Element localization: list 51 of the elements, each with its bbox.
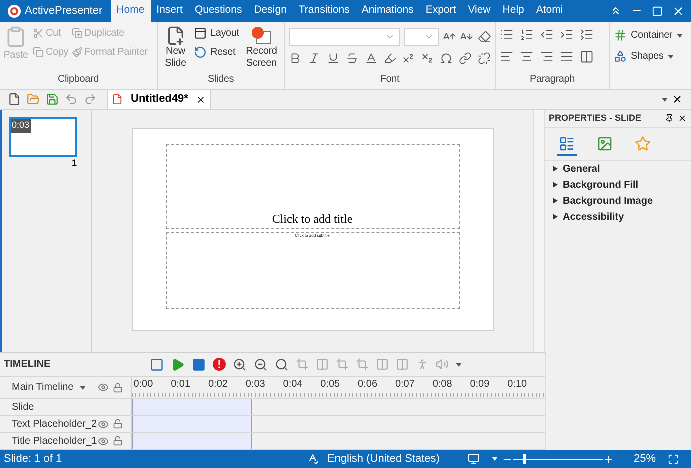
language-label[interactable]: English (United States) — [327, 450, 440, 468]
time-label: 0:10 — [508, 378, 528, 392]
layout-button[interactable]: Layout — [194, 26, 240, 41]
menu-tab[interactable]: Export — [420, 0, 462, 22]
duration-badge: 0:03 — [11, 119, 31, 132]
record-screen-button[interactable]: Record Screen — [243, 26, 280, 72]
slide-number: 1 — [70, 157, 77, 170]
section-header[interactable]: General — [563, 162, 600, 176]
reset-button[interactable]: Reset — [194, 45, 240, 60]
menu-tab[interactable]: Transitions — [292, 0, 356, 22]
slide-count: Slide: 1 of 1 — [4, 452, 62, 467]
app-name: ActivePresenter — [25, 4, 103, 19]
group-label: Clipboard — [56, 73, 100, 87]
time-label: 0:07 — [395, 378, 416, 392]
section-header[interactable]: Background Fill — [563, 178, 639, 192]
time-ruler[interactable]: 0:00 0:01 0:02 0:03 0:04 0:05 0:06 0:07 0:08 0:09 0:10 — [132, 377, 545, 399]
menu-tab[interactable]: Animations — [356, 0, 420, 22]
menu-tab[interactable]: Atomi — [530, 0, 570, 22]
track-label: Title Placeholder_1 — [12, 434, 98, 448]
menu-tab[interactable]: Questions — [188, 0, 248, 22]
menu-tab[interactable]: Design — [248, 0, 293, 22]
group-label: Slides — [206, 73, 236, 87]
document-tab[interactable]: Untitled49* — [107, 90, 212, 109]
panel-title: TIMELINE — [3, 358, 52, 372]
track-label: Slide — [12, 400, 36, 414]
menu-tab[interactable]: Insert — [150, 0, 189, 22]
slide-thumbnail[interactable]: 0:03 — [9, 117, 77, 157]
time-label: 0:05 — [320, 378, 342, 392]
title-placeholder[interactable]: Click to add title — [272, 210, 353, 228]
section-header[interactable]: Background Image — [563, 194, 654, 208]
menu-tab[interactable]: View — [462, 0, 497, 22]
new-slide-button[interactable]: New Slide — [162, 26, 190, 72]
timeline-name: Main Timeline — [12, 381, 75, 395]
shapes-button[interactable]: Shapes — [614, 49, 683, 64]
time-label: 0:04 — [283, 378, 304, 392]
time-label: 0:03 — [246, 378, 266, 392]
time-label: 0:09 — [470, 378, 491, 392]
time-label: 0:08 — [432, 378, 454, 392]
panel-title: PROPERTIES - SLIDE — [549, 112, 642, 125]
menu-tab[interactable]: Help — [496, 0, 530, 22]
track-label: Text Placeholder_2 — [12, 418, 98, 432]
group-label: Font — [379, 73, 401, 87]
menu-tab[interactable]: Home — [110, 0, 151, 22]
group-label: Paragraph — [529, 73, 576, 87]
time-label: 0:00 — [134, 378, 154, 392]
time-label: 0:02 — [208, 378, 229, 392]
section-header[interactable]: Accessibility — [563, 210, 624, 224]
time-label: 0:06 — [358, 378, 379, 392]
time-label: 0:01 — [171, 378, 192, 392]
container-button[interactable]: Container — [614, 28, 683, 43]
zoom-percent: 25% — [634, 452, 656, 467]
